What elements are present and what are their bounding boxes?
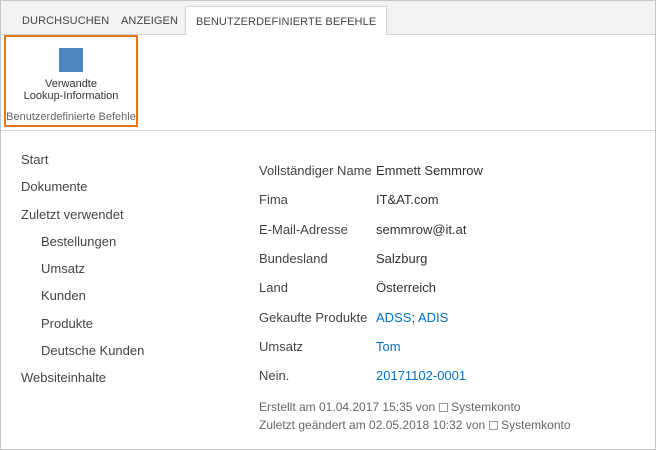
- related-lookup-information-label: Verwandte Lookup-Information: [23, 78, 119, 102]
- property-label: Vollständiger Name: [259, 163, 372, 178]
- nav-item-zuletzt-verwendet[interactable]: Zuletzt verwendet: [21, 207, 124, 222]
- property-row: E-Mail-Adresse semmrow@it.at: [259, 222, 649, 242]
- property-row: Gekaufte Produkte ADSS; ADIS: [259, 310, 649, 330]
- product-separator: ;: [411, 310, 416, 325]
- created-prefix: Erstellt am 01.04.2017 15:35 von: [259, 400, 436, 414]
- umsatz-link[interactable]: Tom: [376, 339, 401, 354]
- modified-prefix: Zuletzt geändert am 02.05.2018 10:32 von: [259, 418, 486, 432]
- property-value: Österreich: [376, 280, 436, 295]
- lookup-command-icon: [59, 48, 83, 72]
- nav-item-kunden[interactable]: Kunden: [41, 288, 86, 303]
- nav-item-dokumente[interactable]: Dokumente: [21, 179, 87, 194]
- nav-item-start[interactable]: Start: [21, 152, 48, 167]
- property-value: Salzburg: [376, 251, 428, 266]
- presence-checkbox-icon: [489, 421, 499, 430]
- tab-anzeigen[interactable]: ANZEIGEN: [113, 8, 186, 35]
- ribbon-body: Verwandte Lookup-Information Benutzerdef…: [1, 35, 655, 131]
- property-label: Land: [259, 280, 288, 295]
- nav-item-websiteinhalte[interactable]: Websiteinhalte: [21, 370, 106, 385]
- order-number-link[interactable]: 20171102-0001: [376, 368, 466, 383]
- product-link-adss[interactable]: ADSS: [376, 310, 411, 325]
- tab-benutzerdefinierte-befehle[interactable]: BENUTZERDEFINIERTE BEFEHLE: [185, 6, 388, 36]
- property-value: ADSS; ADIS: [376, 310, 448, 325]
- created-by[interactable]: Systemkonto: [451, 400, 520, 414]
- ribbon-group-custom-commands: Verwandte Lookup-Information Benutzerdef…: [4, 35, 138, 127]
- property-value: IT&AT.com: [376, 192, 439, 207]
- property-label: Fima: [259, 192, 288, 207]
- nav-item-produkte[interactable]: Produkte: [41, 316, 93, 331]
- property-label: Nein.: [259, 368, 290, 383]
- related-lookup-information-button[interactable]: Verwandte Lookup-Information: [16, 45, 126, 105]
- modified-by[interactable]: Systemkonto: [501, 418, 570, 432]
- modified-info: Zuletzt geändert am 02.05.2018 10:32 von…: [259, 418, 571, 432]
- property-row: Fima IT&AT.com: [259, 192, 649, 212]
- nav-item-umsatz[interactable]: Umsatz: [41, 261, 85, 276]
- property-value: Emmett Semmrow: [376, 163, 483, 178]
- property-row: Nein. 20171102-0001: [259, 368, 649, 388]
- product-link-adis[interactable]: ADIS: [418, 310, 448, 325]
- property-row: Umsatz Tom: [259, 339, 649, 359]
- created-info: Erstellt am 01.04.2017 15:35 von Systemko…: [259, 400, 521, 414]
- tab-durchsuchen[interactable]: DURCHSUCHEN: [14, 8, 117, 35]
- ribbon-tab-bar: DURCHSUCHEN ANZEIGEN BENUTZERDEFINIERTE …: [1, 1, 655, 36]
- nav-item-deutsche-kunden[interactable]: Deutsche Kunden: [41, 343, 144, 358]
- property-row: Land Österreich: [259, 280, 649, 300]
- property-label: E-Mail-Adresse: [259, 222, 348, 237]
- property-row: Vollständiger Name Emmett Semmrow: [259, 163, 649, 183]
- presence-checkbox-icon: [439, 403, 449, 412]
- nav-item-bestellungen[interactable]: Bestellungen: [41, 234, 116, 249]
- ribbon-group-label: Benutzerdefinierte Befehle: [6, 111, 136, 123]
- property-label: Gekaufte Produkte: [259, 310, 368, 325]
- property-label: Bundesland: [259, 251, 328, 266]
- property-value: semmrow@it.at: [376, 222, 467, 237]
- property-row: Bundesland Salzburg: [259, 251, 649, 271]
- property-label: Umsatz: [259, 339, 304, 354]
